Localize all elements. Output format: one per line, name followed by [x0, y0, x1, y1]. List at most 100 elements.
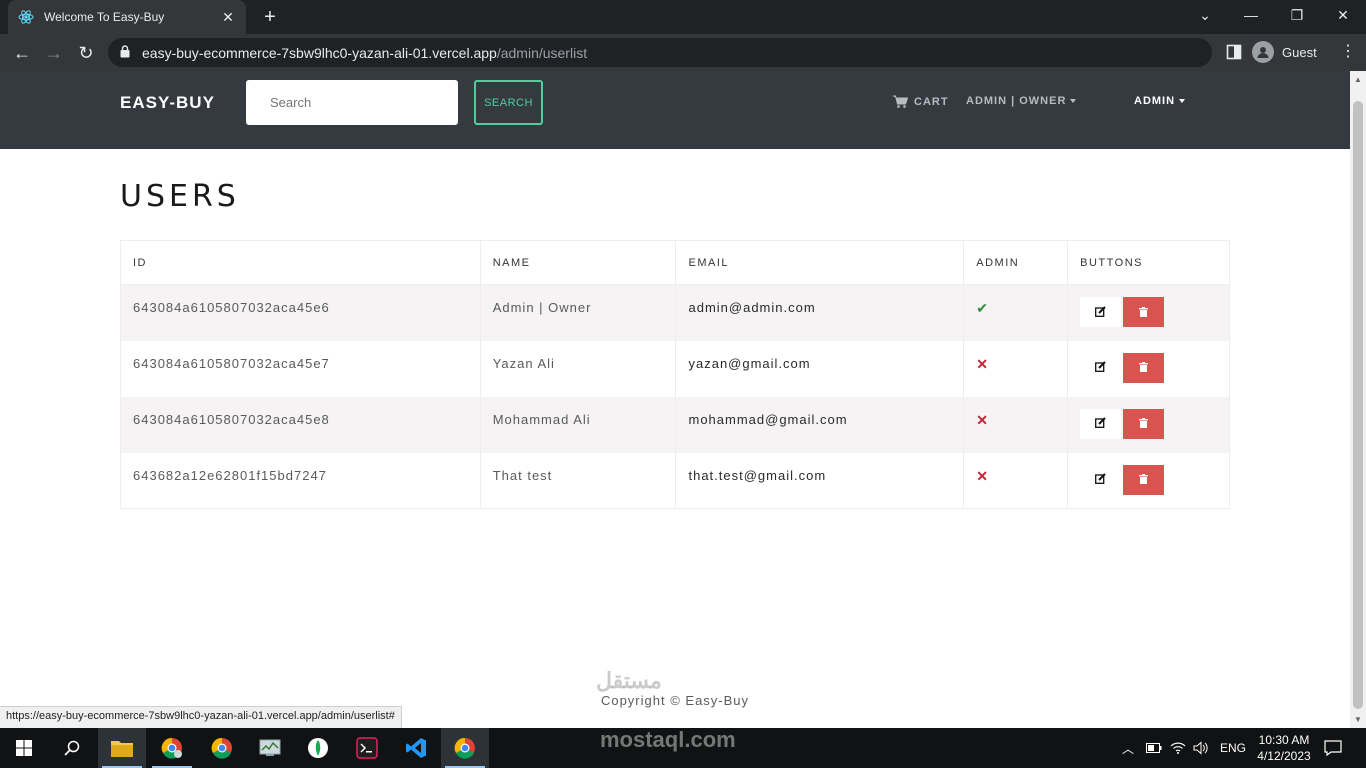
actions-cell [1067, 284, 1230, 341]
scrollbar-thumb[interactable] [1353, 101, 1363, 709]
user-name: Admin | Owner [479, 284, 677, 341]
show-hidden-icons[interactable]: ︿ [1122, 728, 1134, 768]
admin-status-cell: ✕ [963, 452, 1069, 509]
edit-button[interactable] [1080, 352, 1122, 383]
wifi-icon[interactable] [1170, 728, 1186, 768]
caret-down-icon [1070, 99, 1077, 103]
clock-date: 4/12/2023 [1257, 749, 1311, 763]
edit-icon [1095, 305, 1106, 320]
search-input[interactable] [246, 80, 458, 125]
back-icon[interactable]: ← [9, 40, 35, 66]
address-bar[interactable]: easy-buy-ecommerce-7sbw9lhc0-yazan-ali-0… [108, 38, 1212, 67]
restore-icon[interactable]: ❐ [1274, 0, 1320, 30]
admin-status-cell: ✕ [963, 340, 1069, 397]
edit-button[interactable] [1080, 408, 1122, 439]
times-icon: ✕ [976, 411, 989, 428]
admin-menu-label: ADMIN [1134, 95, 1176, 107]
edit-icon [1095, 416, 1106, 431]
actions-cell [1067, 340, 1230, 397]
language-indicator[interactable]: ENG [1220, 728, 1246, 768]
minimize-icon[interactable]: — [1228, 0, 1274, 30]
user-name: Yazan Ali [479, 340, 677, 397]
page: EASY-BUY SEARCH CART ADMIN | OWNER ADMIN… [0, 71, 1350, 728]
table-row: 643682a12e62801f15bd7247 That test that.… [120, 452, 1230, 509]
delete-button[interactable] [1123, 408, 1165, 439]
scroll-up-icon[interactable]: ▲ [1354, 75, 1362, 84]
admin-status-cell: ✕ [963, 396, 1069, 453]
times-icon: ✕ [976, 355, 989, 372]
browser-tab[interactable]: Welcome To Easy-Buy ✕ [8, 0, 246, 34]
column-header-admin: ADMIN [963, 240, 1069, 285]
admin-menu-dropdown[interactable]: ADMIN [1134, 95, 1186, 107]
edit-icon [1095, 472, 1106, 487]
page-title: USERS [120, 179, 240, 214]
user-email-link[interactable]: mohammad@gmail.com [675, 396, 965, 453]
volume-icon[interactable] [1193, 728, 1209, 768]
brand-logo[interactable]: EASY-BUY [120, 93, 215, 113]
battery-icon[interactable] [1146, 728, 1162, 768]
user-id: 643084a6105807032aca45e7 [120, 340, 481, 397]
table-row: 643084a6105807032aca45e6 Admin | Owner a… [120, 284, 1230, 341]
page-scrollbar[interactable]: ▲ ▼ [1350, 71, 1366, 728]
scroll-down-icon[interactable]: ▼ [1354, 715, 1362, 724]
clock-time: 10:30 AM [1258, 733, 1310, 747]
user-email-link[interactable]: admin@admin.com [675, 284, 965, 341]
chevron-up-icon: ︿ [1122, 741, 1135, 756]
terminal-icon[interactable] [343, 728, 391, 768]
close-window-icon[interactable]: ✕ [1320, 0, 1366, 30]
user-email-link[interactable]: that.test@gmail.com [675, 452, 965, 509]
search-button[interactable]: SEARCH [474, 80, 543, 125]
chrome-icon[interactable] [198, 728, 246, 768]
chrome-profile-icon[interactable] [148, 728, 196, 768]
edit-button[interactable] [1080, 297, 1122, 327]
file-explorer-icon[interactable] [98, 728, 146, 768]
edit-button[interactable] [1080, 464, 1122, 495]
profile-label: Guest [1282, 44, 1317, 60]
tab-search-icon[interactable]: ⌄ [1182, 0, 1228, 30]
windows-start-icon[interactable] [0, 728, 48, 768]
forward-icon[interactable]: → [41, 40, 67, 66]
notifications-icon[interactable] [1324, 728, 1342, 768]
table-row: 643084a6105807032aca45e8 Mohammad Ali mo… [120, 396, 1230, 453]
user-id: 643084a6105807032aca45e8 [120, 396, 481, 453]
user-menu-dropdown[interactable]: ADMIN | OWNER [966, 95, 1077, 107]
check-icon: ✔ [976, 300, 989, 316]
table-row: 643084a6105807032aca45e7 Yazan Ali yazan… [120, 340, 1230, 397]
user-email-link[interactable]: yazan@gmail.com [675, 340, 965, 397]
task-manager-icon[interactable] [246, 728, 294, 768]
clock[interactable]: 10:30 AM 4/12/2023 [1254, 732, 1314, 764]
cart-icon [893, 95, 908, 108]
delete-button[interactable] [1123, 352, 1165, 383]
watermark-arabic: مستقل [596, 668, 662, 693]
browser-tab-bar: Welcome To Easy-Buy ✕ + ⌄ — ❐ ✕ [0, 0, 1366, 34]
cart-link[interactable]: CART [893, 95, 949, 108]
more-menu-icon[interactable]: ⋮ [1340, 43, 1356, 61]
actions-cell [1067, 396, 1230, 453]
site-navbar: EASY-BUY SEARCH CART ADMIN | OWNER ADMIN [0, 71, 1350, 149]
search-icon[interactable] [48, 728, 96, 768]
user-menu-label: ADMIN | OWNER [966, 95, 1067, 107]
vscode-icon[interactable] [392, 728, 440, 768]
url-host: easy-buy-ecommerce-7sbw9lhc0-yazan-ali-0… [142, 44, 497, 61]
column-header-id: ID [120, 240, 481, 285]
caret-down-icon [1179, 99, 1186, 103]
browser-toolbar: ← → ↻ easy-buy-ecommerce-7sbw9lhc0-yazan… [0, 34, 1366, 71]
profile-button[interactable]: Guest [1252, 39, 1317, 65]
user-name: That test [479, 452, 677, 509]
tab-title: Welcome To Easy-Buy [44, 10, 165, 24]
trash-icon [1139, 305, 1149, 320]
cart-label: CART [914, 95, 949, 108]
reload-icon[interactable]: ↻ [73, 40, 99, 66]
mongodb-compass-icon[interactable] [294, 728, 342, 768]
delete-button[interactable] [1123, 297, 1165, 327]
user-id: 643682a12e62801f15bd7247 [120, 452, 481, 509]
new-tab-icon[interactable]: + [258, 6, 282, 30]
chrome-active-icon[interactable] [441, 728, 489, 768]
close-tab-icon[interactable]: ✕ [220, 9, 236, 25]
url-path: /admin/userlist [496, 44, 588, 61]
column-header-name: NAME [479, 240, 677, 285]
actions-cell [1067, 452, 1230, 509]
users-table: ID NAME EMAIL ADMIN BUTTONS 643084a61058… [120, 240, 1230, 509]
side-panel-icon[interactable] [1226, 44, 1242, 60]
delete-button[interactable] [1123, 464, 1165, 495]
